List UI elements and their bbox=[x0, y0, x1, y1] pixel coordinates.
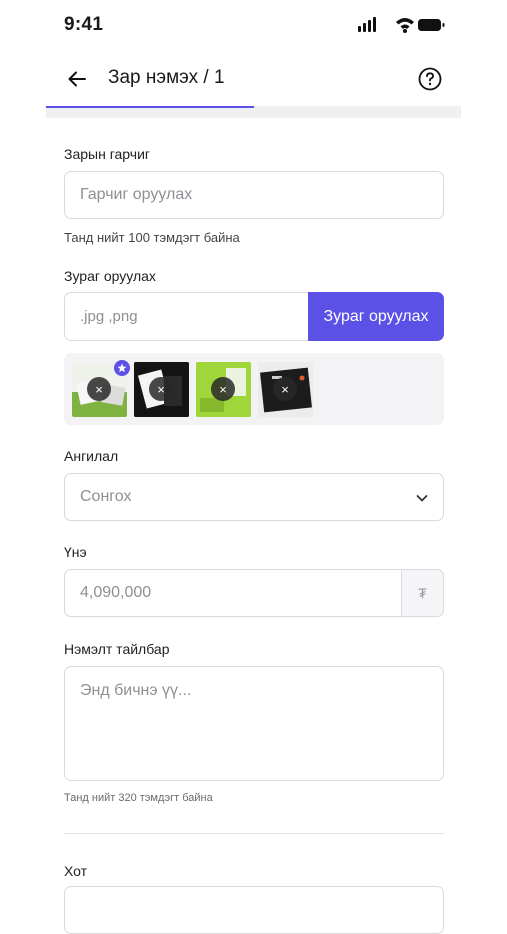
city-select[interactable] bbox=[64, 886, 444, 934]
description-hint: Танд нийт 320 тэмдэгт байна bbox=[64, 792, 213, 804]
category-label: Ангилал bbox=[64, 448, 119, 464]
description-label: Нэмэлт тайлбар bbox=[64, 641, 170, 657]
wifi-icon bbox=[396, 18, 414, 33]
title-placeholder: Гарчиг оруулах bbox=[80, 186, 193, 203]
price-input[interactable]: 4,090,000 ₮ bbox=[64, 569, 444, 617]
price-value: 4,090,000 bbox=[80, 584, 152, 601]
remove-thumbnail-1-button[interactable]: × bbox=[87, 377, 111, 401]
question-circle-icon[interactable] bbox=[417, 66, 443, 92]
description-textarea[interactable]: Энд бичнэ үү... bbox=[64, 666, 444, 781]
page-title: Зар нэмэх / 1 bbox=[108, 67, 225, 88]
thumbnail-2[interactable]: × bbox=[134, 362, 189, 417]
thumbnail-strip: × × × × bbox=[64, 353, 444, 425]
description-placeholder: Энд бичнэ үү... bbox=[80, 682, 192, 699]
status-time: 9:41 bbox=[64, 14, 104, 35]
arrow-left-icon[interactable] bbox=[64, 66, 90, 92]
image-file-placeholder: .jpg ,png bbox=[80, 308, 138, 325]
battery-icon bbox=[418, 19, 445, 31]
image-upload-label: Зураг оруулах bbox=[64, 268, 156, 284]
currency-symbol: ₮ bbox=[401, 570, 443, 616]
thumbnail-3[interactable]: × bbox=[196, 362, 251, 417]
image-file-input[interactable]: .jpg ,png bbox=[64, 292, 310, 341]
city-label: Хот bbox=[64, 863, 88, 879]
status-icons bbox=[356, 16, 446, 34]
progress-bar bbox=[46, 106, 461, 118]
remove-thumbnail-2-button[interactable]: × bbox=[149, 377, 173, 401]
title-hint: Танд нийт 100 тэмдэгт байна bbox=[64, 230, 240, 245]
upload-image-button[interactable]: Зураг оруулах bbox=[308, 292, 444, 341]
star-icon bbox=[114, 360, 130, 376]
chevron-down-icon bbox=[413, 489, 431, 507]
divider bbox=[64, 833, 444, 834]
title-label: Зарын гарчиг bbox=[64, 146, 150, 162]
remove-thumbnail-4-button[interactable]: × bbox=[273, 377, 297, 401]
thumbnail-4[interactable]: × bbox=[258, 362, 313, 417]
title-input[interactable]: Гарчиг оруулах bbox=[64, 171, 444, 219]
category-select[interactable]: Сонгох bbox=[64, 473, 444, 521]
category-selected: Сонгох bbox=[80, 488, 132, 505]
progress-fill bbox=[46, 106, 254, 108]
remove-thumbnail-3-button[interactable]: × bbox=[211, 377, 235, 401]
signal-icon bbox=[358, 17, 376, 32]
price-label: Үнэ bbox=[64, 544, 87, 560]
